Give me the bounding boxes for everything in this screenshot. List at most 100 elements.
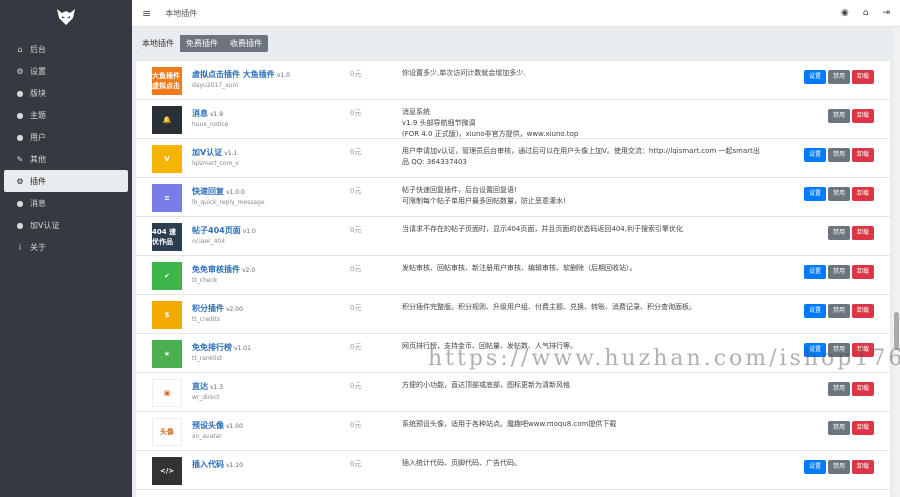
- uninstall-button[interactable]: 卸载: [851, 187, 874, 201]
- uninstall-button[interactable]: 卸载: [851, 460, 874, 474]
- sidebar-item[interactable]: ● 版块: [4, 82, 128, 104]
- plugin-row: 🔔 消息 v1.9 huux_notice 0元 消息系统 v1.9 头部导航细节微调 (…: [136, 100, 890, 139]
- disable-button[interactable]: 禁用: [827, 265, 850, 279]
- plugin-description: 方便的小功能，直达顶部或底部，图标更新为清新风格: [402, 381, 570, 389]
- settings-button[interactable]: 设置: [803, 343, 826, 357]
- tab-1[interactable]: 免费插件: [180, 35, 224, 52]
- sidebar-item[interactable]: ● 消息: [4, 192, 128, 214]
- disable-button[interactable]: 禁用: [827, 148, 850, 162]
- disable-button[interactable]: 禁用: [827, 343, 850, 357]
- plugin-title[interactable]: 虚拟点击插件 大鱼插件: [192, 70, 275, 79]
- logo-icon[interactable]: ◉: [841, 8, 849, 18]
- info-icon: i: [18, 242, 22, 252]
- plugin-name: 预设头像 v1.00: [192, 420, 243, 431]
- plugin-title[interactable]: 快速回复: [192, 187, 224, 196]
- plugin-actions: 设置 禁用 卸载: [803, 187, 874, 201]
- plugin-title[interactable]: 帖子404页面: [192, 226, 241, 235]
- plugin-actions: 设置 禁用 卸载: [803, 343, 874, 357]
- sidebar-item[interactable]: ⚙ 设置: [4, 60, 128, 82]
- uninstall-button[interactable]: 卸载: [851, 343, 874, 357]
- sidebar-item[interactable]: ⚙ 插件: [4, 170, 128, 192]
- uninstall-button[interactable]: 卸载: [851, 70, 874, 84]
- sidebar-item[interactable]: ⌂ 后台: [4, 38, 128, 60]
- plugin-actions: 设置 禁用 卸载: [803, 460, 874, 474]
- tab-0[interactable]: 本地插件: [136, 35, 180, 52]
- plugin-title[interactable]: 直达: [192, 382, 208, 391]
- plugin-icon: 404 速优作品: [152, 223, 182, 251]
- sidebar-nav: ⌂ 后台 ⚙ 设置 ● 版块 ● 主题 ● 用户 ✎ 其他 ⚙ 插件 ● 消息 ● 加V认证 i 关于: [0, 38, 132, 258]
- plugin-title[interactable]: 积分插件: [192, 304, 224, 313]
- uninstall-button[interactable]: 卸载: [851, 382, 874, 396]
- cogs-icon: ⚙: [16, 176, 24, 186]
- wolf-logo-icon: [57, 9, 75, 25]
- plugin-icon: ✔: [152, 262, 182, 290]
- sidebar-item-label: 设置: [30, 66, 46, 76]
- plugin-title[interactable]: 加V认证: [192, 148, 222, 157]
- sidebar-item[interactable]: ● 主题: [4, 104, 128, 126]
- uninstall-button[interactable]: 卸载: [851, 304, 874, 318]
- plugin-dir: tt_credits: [192, 316, 220, 323]
- plugin-title[interactable]: 预设头像: [192, 421, 224, 430]
- tab-2[interactable]: 收费插件: [224, 35, 268, 52]
- plugin-price: 0元: [350, 382, 362, 390]
- disable-button[interactable]: 禁用: [827, 304, 850, 318]
- uninstall-button[interactable]: 卸载: [851, 148, 874, 162]
- plugin-icon: 🔔: [152, 106, 182, 134]
- plugin-row: ★ 免免排行榜 v1.01 tt_ranklist 0元 网页排行榜，支持金币、回帖量、发…: [136, 334, 890, 373]
- disable-button[interactable]: 禁用: [827, 187, 850, 201]
- logout-icon[interactable]: ⇥: [882, 8, 890, 18]
- plugin-title[interactable]: 免免审核插件: [192, 265, 240, 274]
- disable-button[interactable]: 禁用: [827, 109, 850, 123]
- scrollbar-thumb[interactable]: [894, 312, 899, 350]
- disable-button[interactable]: 禁用: [827, 421, 850, 435]
- sidebar-item[interactable]: ● 加V认证: [4, 214, 128, 236]
- plugin-price: 0元: [350, 187, 362, 195]
- uninstall-button[interactable]: 卸载: [851, 226, 874, 240]
- plugin-icon: $: [152, 301, 182, 329]
- sidebar-item[interactable]: ✎ 其他: [4, 148, 128, 170]
- sidebar-item-label: 后台: [30, 44, 46, 54]
- sidebar-item-label: 用户: [30, 132, 46, 142]
- scrollbar[interactable]: [893, 27, 900, 497]
- plugin-name: 积分插件 v2.00: [192, 303, 243, 314]
- top-bar: ≡ 本地插件 ◉ ⌂ ⇥: [132, 0, 900, 27]
- disable-button[interactable]: 禁用: [827, 70, 850, 84]
- settings-button[interactable]: 设置: [803, 460, 826, 474]
- settings-button[interactable]: 设置: [803, 265, 826, 279]
- plugin-name: 免免排行榜 v1.01: [192, 342, 251, 353]
- sidebar-item[interactable]: ● 用户: [4, 126, 128, 148]
- plugin-row: $ 积分插件 v2.00 tt_credits 0元 积分插件完整版。积分规则、升级用户组…: [136, 295, 890, 334]
- brand-logo[interactable]: [0, 0, 132, 34]
- settings-button[interactable]: 设置: [803, 70, 826, 84]
- settings-button[interactable]: 设置: [803, 148, 826, 162]
- menu-toggle-icon[interactable]: ≡: [142, 7, 151, 20]
- plugin-version: v1.01: [234, 345, 251, 352]
- uninstall-button[interactable]: 卸载: [851, 109, 874, 123]
- plugin-description: 用户申请加v认证，管理员后台审核，通过后可以在用户头像上加V。使用交流：http…: [402, 147, 760, 166]
- plugin-name: 插入代码 v1.10: [192, 459, 243, 470]
- uninstall-button[interactable]: 卸载: [851, 265, 874, 279]
- settings-button[interactable]: 设置: [803, 187, 826, 201]
- disable-button[interactable]: 禁用: [827, 382, 850, 396]
- plugin-title[interactable]: 消息: [192, 109, 208, 118]
- sidebar-item[interactable]: i 关于: [4, 236, 128, 258]
- plugin-title[interactable]: 插入代码: [192, 460, 224, 469]
- plugin-actions: 设置 禁用 卸载: [803, 304, 874, 318]
- settings-button[interactable]: 设置: [803, 304, 826, 318]
- sidebar-item-label: 消息: [30, 198, 46, 208]
- plugin-name: 免免审核插件 v2.0: [192, 264, 255, 275]
- plugin-description: 消息系统 v1.9 头部导航细节微调 (FOR 4.0 正式版)，xiuno非官…: [402, 108, 579, 138]
- uninstall-button[interactable]: 卸载: [851, 421, 874, 435]
- plugin-price: 0元: [350, 343, 362, 351]
- plugin-dir: lqismart_com_v: [192, 160, 239, 167]
- plugin-title[interactable]: 免免排行榜: [192, 343, 232, 352]
- home-icon[interactable]: ⌂: [863, 8, 869, 18]
- plugin-tabs: 本地插件 免费插件 收费插件: [136, 35, 268, 52]
- disable-button[interactable]: 禁用: [827, 226, 850, 240]
- top-bar-actions: ◉ ⌂ ⇥: [841, 8, 890, 18]
- plugin-description: 积分插件完整版。积分规则、升级用户组、付费主题、兑换、转账、消费记录、积分查询面…: [402, 303, 696, 311]
- sidebar-item-label: 插件: [30, 176, 46, 186]
- plugin-row: ▣ 直达 v1.3 wr_direct 0元 方便的小功能，直达顶部或底部，图标更新为清新…: [136, 373, 890, 412]
- disable-button[interactable]: 禁用: [827, 460, 850, 474]
- users-icon: ●: [16, 220, 24, 230]
